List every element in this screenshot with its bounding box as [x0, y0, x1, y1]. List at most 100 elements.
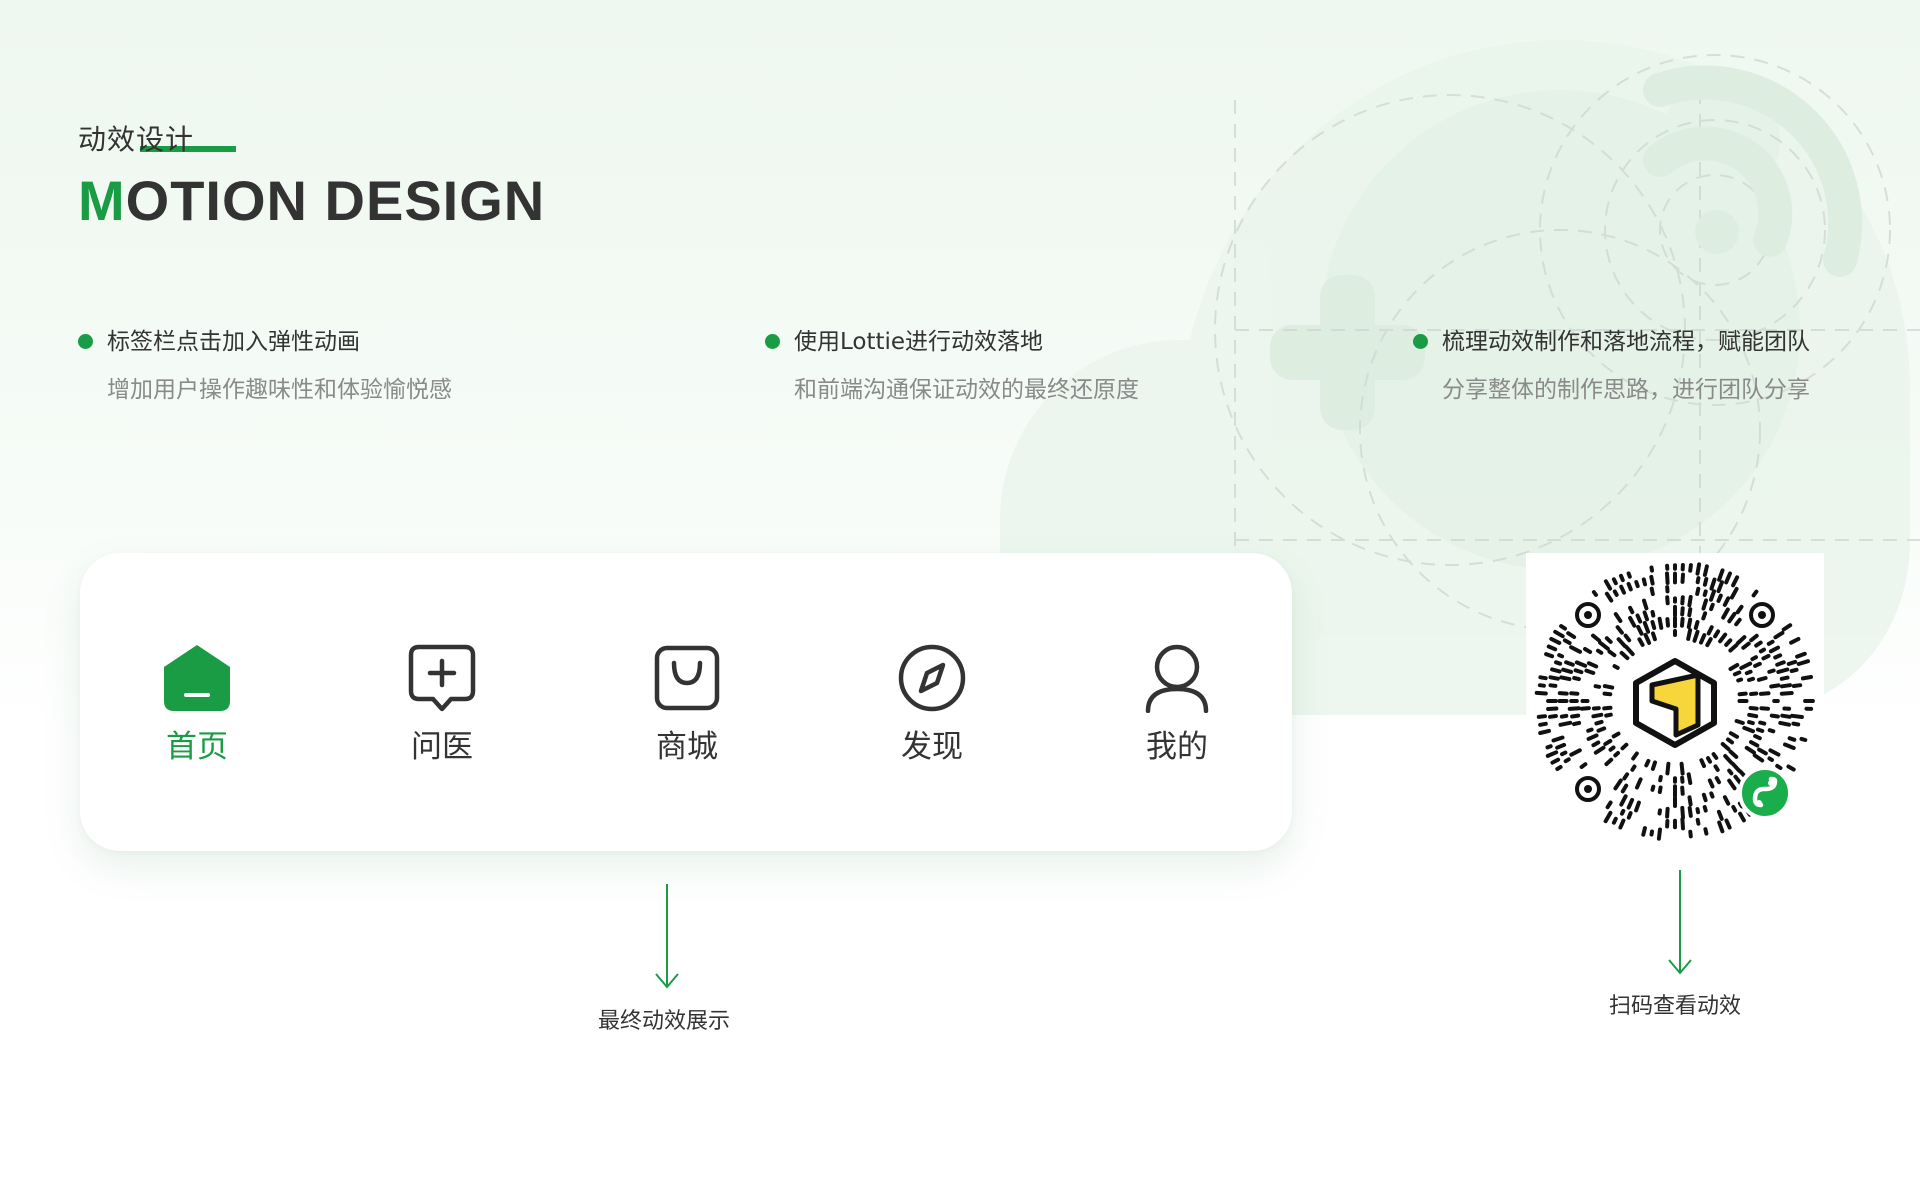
qr-tick: [1538, 721, 1548, 727]
qr-tick: [1665, 595, 1670, 606]
qr-tick: [1713, 764, 1720, 772]
qr-tick: [1555, 742, 1567, 750]
tab-mall[interactable]: 商城: [597, 643, 777, 773]
qr-tick: [1713, 629, 1721, 639]
qr-tick: [1736, 677, 1744, 683]
qr-tick: [1598, 640, 1610, 651]
qr-tick: [1701, 598, 1708, 611]
qr-tick: [1753, 661, 1762, 668]
qr-tick: [1695, 586, 1701, 596]
qr-tick: [1635, 613, 1643, 624]
qr-tick: [1649, 574, 1655, 586]
qr-tick: [1562, 638, 1572, 645]
qr-tick: [1722, 596, 1731, 607]
qr-tick: [1695, 817, 1701, 826]
qr-tick: [1649, 565, 1654, 573]
qr-tick: [1741, 641, 1751, 650]
qr-tick: [1665, 617, 1670, 628]
qr-tick: [1591, 740, 1601, 748]
qr-tick: [1761, 653, 1771, 661]
qr-tick: [1591, 712, 1604, 719]
qr-tick: [1665, 761, 1671, 776]
qr-tick: [1738, 811, 1746, 823]
qr-tick: [1769, 713, 1780, 719]
scan-qr-caption: 扫码查看动效: [1609, 994, 1742, 1019]
tab-discover[interactable]: 发现: [842, 643, 1022, 773]
title-rest: OTION DESIGN: [125, 169, 546, 232]
bullet-dot: [765, 334, 780, 349]
mini-program-link-icon: [1738, 766, 1792, 820]
feature-desc: 增加用户操作趣味性和体验愉悦感: [107, 377, 452, 403]
qr-tick: [1744, 745, 1756, 755]
qr-tick: [1538, 675, 1548, 681]
qr-tick: [1742, 725, 1755, 734]
qr-tick: [1545, 750, 1559, 758]
qr-tick: [1579, 706, 1591, 711]
qr-tick: [1800, 675, 1813, 681]
qr-tick: [1607, 649, 1617, 658]
qr-tick: [1620, 783, 1629, 794]
shopping-bag-icon: [654, 645, 720, 711]
qr-tick: [1687, 607, 1693, 618]
arrow-down-icon: [1668, 870, 1692, 975]
qr-tick: [1709, 791, 1715, 799]
qr-tick: [1665, 571, 1670, 585]
qr-tick: [1635, 777, 1643, 790]
qr-tick: [1727, 611, 1737, 624]
qr-tick: [1723, 754, 1734, 765]
qr-tick: [1706, 756, 1712, 764]
feature-desc: 分享整体的制作思路，进行团队分享: [1442, 377, 1810, 403]
qr-center-logo: [1617, 643, 1733, 759]
qr-tick: [1695, 807, 1701, 815]
qr-tick: [1604, 712, 1613, 718]
qr-tick: [1537, 683, 1546, 688]
qr-tick: [1790, 713, 1804, 719]
qr-tick: [1786, 659, 1798, 666]
qr-tick: [1747, 676, 1755, 682]
qr-tick: [1706, 625, 1714, 636]
qr-tick: [1586, 661, 1599, 669]
qr-code-card[interactable]: [1526, 553, 1824, 849]
qr-tick: [1602, 684, 1615, 690]
qr-tick: [1603, 739, 1613, 747]
qr-tick: [1739, 661, 1753, 670]
qr-tick: [1716, 593, 1723, 603]
tab-consult[interactable]: 问医: [352, 643, 532, 773]
qr-tick: [1591, 590, 1598, 597]
qr-tick: [1649, 586, 1655, 596]
qr-tick: [1687, 795, 1693, 807]
qr-tick: [1593, 684, 1602, 689]
qr-tick: [1563, 757, 1571, 764]
qr-tick: [1611, 816, 1618, 825]
tab-label: 我的: [1146, 729, 1208, 765]
chat-plus-icon: [408, 644, 476, 712]
qr-tick: [1752, 753, 1765, 763]
qr-tick: [1728, 643, 1739, 653]
qr-tick: [1612, 664, 1620, 670]
qr-tick: [1687, 806, 1693, 818]
qr-tick: [1643, 632, 1652, 645]
final-demo-caption: 最终动效展示: [598, 1009, 731, 1034]
qr-tick: [1780, 683, 1792, 689]
qr-tick: [1709, 602, 1715, 612]
qr-tick: [1717, 568, 1725, 582]
qr-tick: [1716, 809, 1724, 821]
qr-tick: [1634, 800, 1641, 813]
qr-tick: [1783, 742, 1796, 750]
qr-tick: [1749, 633, 1759, 643]
qr-tick: [1544, 652, 1555, 659]
qr-tick: [1699, 758, 1706, 768]
qr-tick: [1620, 742, 1629, 751]
qr-tick: [1618, 818, 1626, 830]
qr-tick: [1707, 778, 1715, 789]
qr-tick: [1560, 750, 1568, 757]
tab-home[interactable]: 首页: [107, 643, 287, 773]
qr-tick: [1786, 764, 1796, 772]
tab-mine[interactable]: 我的: [1087, 643, 1267, 773]
qr-tick: [1687, 595, 1693, 608]
tab-bar: 首页 问医 商城 发现 我的: [80, 553, 1292, 851]
qr-tick: [1734, 617, 1742, 627]
qr-tick: [1658, 775, 1663, 783]
qr-tick: [1574, 660, 1588, 668]
qr-tick: [1603, 579, 1613, 591]
